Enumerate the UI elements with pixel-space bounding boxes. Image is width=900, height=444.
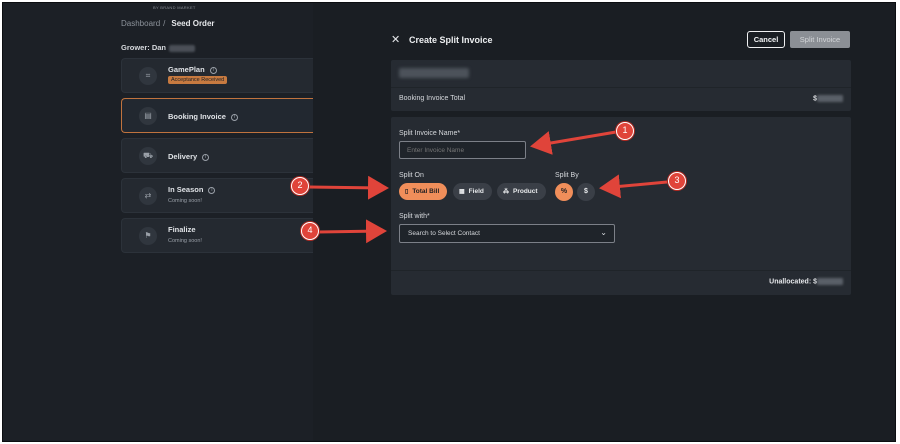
split-by-dollar-button[interactable]: $ (577, 183, 595, 201)
step-delivery-title: Delivery (168, 152, 198, 161)
create-split-invoice-modal: ✕ Create Split Invoice Cancel Split Invo… (313, 3, 895, 441)
chevron-down-icon: ⌄ (600, 228, 607, 237)
split-with-value: Search to Select Contact (408, 230, 480, 237)
divider (391, 270, 851, 271)
step-gameplan[interactable]: ⌗ GamePlan i Acceptance Received (121, 58, 315, 93)
split-on-total-bill-label: Total Bill (412, 188, 440, 195)
field-grid-icon: ▦ (459, 189, 465, 195)
booking-total-amount: $ (813, 95, 843, 102)
step-finalize-title: Finalize (168, 225, 196, 234)
split-with-label: Split with* (399, 213, 430, 220)
step-gameplan-title: GamePlan (168, 65, 205, 74)
split-invoice-button[interactable]: Split Invoice (790, 31, 850, 48)
step-in-season[interactable]: ⇄ In Season i Coming soon! (121, 178, 315, 213)
flag-icon: ⚑ (139, 227, 157, 245)
redacted-text (169, 44, 196, 52)
grower-name: Grower: Dan (121, 43, 167, 52)
step-booking-invoice-title: Booking Invoice (168, 112, 226, 121)
redacted-amount (817, 278, 843, 285)
grid-icon: ⌗ (139, 67, 157, 85)
brand-logo: BY BRAND MARKET (153, 5, 196, 10)
breadcrumb: Dashboard / Seed Order (121, 19, 215, 28)
redacted-amount (817, 95, 843, 102)
booking-total-label: Booking Invoice Total (399, 95, 466, 102)
callout-4: 4 (301, 222, 319, 240)
breadcrumb-separator: / (163, 19, 166, 28)
close-icon[interactable]: ✕ (391, 35, 400, 46)
booking-invoice-summary: Booking Invoice Total $ (391, 60, 851, 111)
divider (391, 87, 851, 88)
page-title: Seed Order (171, 19, 215, 28)
redacted-text (399, 68, 469, 78)
unallocated-amount: Unallocated: $ (769, 278, 843, 285)
modal-title: Create Split Invoice (409, 35, 493, 45)
product-icon: ⁂ (503, 189, 509, 195)
split-invoice-name-label: Split Invoice Name* (399, 130, 461, 137)
split-form: Split Invoice Name* Split On ▯Total Bill… (391, 117, 851, 295)
callout-3: 3 (668, 172, 686, 190)
split-on-field-button[interactable]: ▦ Field (453, 183, 492, 200)
split-with-contact-select[interactable]: Search to Select Contact ⌄ (399, 224, 615, 243)
grower-label: Grower: Dan (121, 43, 196, 52)
callout-2: 2 (291, 177, 309, 195)
document-icon: ▤ (139, 107, 157, 125)
info-icon[interactable]: i (209, 66, 217, 74)
status-badge: Acceptance Received (168, 76, 228, 84)
seed-order-panel: BY BRAND MARKET Dashboard / Seed Order Gro… (3, 3, 315, 441)
cancel-button[interactable]: Cancel (747, 31, 785, 48)
split-by-percent-button[interactable]: % (555, 183, 573, 201)
step-delivery[interactable]: ⛟ Delivery i (121, 138, 315, 173)
split-by-label: Split By (555, 172, 579, 179)
app-window: BY BRAND MARKET Dashboard / Seed Order Gro… (2, 2, 896, 442)
split-on-product-button[interactable]: ⁂ Product (497, 183, 546, 200)
split-on-total-bill-button[interactable]: ▯ Total Bill (399, 183, 448, 200)
step-booking-invoice[interactable]: ▤ Booking Invoice i (121, 98, 315, 133)
split-on-product-label: Product (513, 188, 538, 195)
step-in-season-subtitle: Coming soon! (168, 198, 202, 204)
unallocated-label: Unallocated: $ (769, 278, 817, 286)
step-finalize[interactable]: ⚑ Finalize Coming soon! (121, 218, 315, 253)
callout-1: 1 (616, 122, 634, 140)
document-icon: ▯ (405, 189, 409, 195)
refresh-icon: ⇄ (139, 187, 157, 205)
step-in-season-title: In Season (168, 185, 204, 194)
info-icon[interactable]: i (208, 186, 216, 194)
split-invoice-name-input[interactable] (399, 141, 526, 159)
truck-icon: ⛟ (139, 147, 157, 165)
info-icon[interactable]: i (202, 153, 210, 161)
step-finalize-subtitle: Coming soon! (168, 238, 202, 244)
split-on-field-label: Field (468, 188, 484, 195)
split-on-label: Split On (399, 172, 424, 179)
breadcrumb-dashboard-link[interactable]: Dashboard (121, 19, 160, 28)
info-icon[interactable]: i (230, 113, 238, 121)
